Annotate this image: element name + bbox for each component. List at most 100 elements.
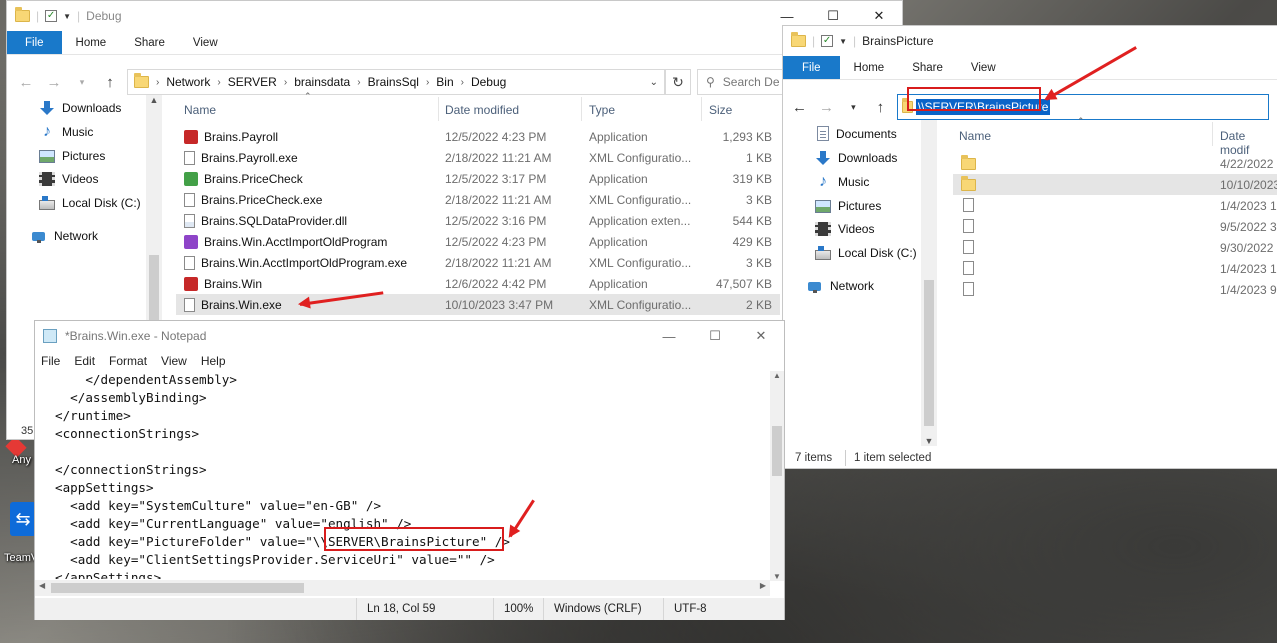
file-name: Brains.PriceCheck: [204, 171, 303, 186]
refresh-button[interactable]: ↻: [665, 69, 691, 95]
status-zoom: 100%: [493, 598, 543, 620]
tab-file[interactable]: File: [783, 56, 840, 79]
column-header-name[interactable]: Name: [959, 129, 991, 143]
file-date: 9/30/2022 5: [1220, 240, 1277, 255]
dropdown-icon[interactable]: ▼: [839, 37, 847, 46]
breadcrumb-brainsdata[interactable]: brainsdata: [294, 75, 350, 89]
nav-item-downloads[interactable]: Downloads: [39, 100, 121, 116]
checkbox-icon[interactable]: ✓: [821, 35, 834, 47]
file-row[interactable]: Brains.SQLDataProvider.dll 12/5/2022 3:16…: [176, 210, 780, 231]
file-date: 4/22/2022 1: [1220, 156, 1277, 171]
column-divider: [581, 97, 582, 121]
nav-item-network[interactable]: Network: [31, 228, 98, 244]
up-button[interactable]: ↑: [870, 99, 891, 116]
menu-edit[interactable]: Edit: [74, 354, 95, 368]
config-file-icon: [184, 297, 195, 312]
file-row[interactable]: 9/5/2022 3:: [953, 216, 1277, 237]
tab-view[interactable]: View: [179, 31, 232, 54]
checkbox-icon[interactable]: ✓: [45, 10, 58, 22]
file-row[interactable]: 9/30/2022 5: [953, 237, 1277, 258]
nav-item-pictures[interactable]: Pictures: [815, 198, 881, 213]
scrollbar-thumb[interactable]: [924, 280, 934, 426]
file-row[interactable]: Brains.PriceCheck.exe 2/18/2022 11:21 AM X…: [176, 189, 780, 210]
forward-button[interactable]: →: [43, 74, 65, 91]
file-row[interactable]: 4/22/2022 1: [953, 153, 1277, 174]
tab-home[interactable]: Home: [840, 56, 899, 79]
breadcrumb-network[interactable]: Network: [166, 75, 210, 89]
scrollbar-thumb[interactable]: [772, 426, 782, 476]
file-date: 2/18/2022 11:21 AM: [445, 255, 552, 270]
file-row[interactable]: Brains.Win.AcctImportOldProgram.exe 2/18/…: [176, 252, 780, 273]
forward-button[interactable]: →: [816, 99, 837, 116]
nav-item-documents[interactable]: Documents: [815, 126, 897, 141]
file-row[interactable]: Brains.Win.exe 10/10/2023 3:47 PM XML Conf…: [176, 294, 780, 315]
column-header-size[interactable]: Size: [709, 103, 732, 117]
file-row[interactable]: 1/4/2023 10: [953, 195, 1277, 216]
desktop-icon-label: Any: [12, 454, 31, 466]
nav-item-local-disk[interactable]: Local Disk (C:): [39, 196, 141, 210]
back-button[interactable]: ←: [789, 99, 810, 116]
nav-scrollbar[interactable]: ▼: [921, 120, 937, 446]
nav-item-videos[interactable]: Videos: [815, 222, 874, 236]
back-button[interactable]: ←: [15, 74, 37, 91]
tab-share[interactable]: Share: [120, 31, 179, 54]
breadcrumb-server[interactable]: SERVER: [228, 75, 277, 89]
scroll-down-arrow[interactable]: ▼: [770, 572, 784, 581]
file-row[interactable]: Brains.Win.AcctImportOldProgram 12/5/2022…: [176, 231, 780, 252]
file-row[interactable]: Brains.Win 12/6/2022 4:42 PM Application 47…: [176, 273, 780, 294]
recent-locations-button[interactable]: ▾: [71, 77, 93, 88]
tab-home[interactable]: Home: [62, 31, 121, 54]
close-button[interactable]: ✕: [738, 321, 784, 351]
nav-item-music[interactable]: ♪ Music: [815, 174, 869, 190]
dropdown-icon[interactable]: ▼: [63, 12, 71, 21]
nav-item-downloads[interactable]: Downloads: [815, 150, 897, 166]
desktop-icon-teamviewer[interactable]: ⇆ TeamV: [0, 500, 38, 570]
file-row[interactable]: Brains.Payroll.exe 2/18/2022 11:21 AM XML …: [176, 147, 780, 168]
scroll-up-arrow[interactable]: ▲: [770, 371, 784, 380]
editor-horizontal-scrollbar[interactable]: ◀ ▶: [35, 580, 770, 596]
scroll-left-arrow[interactable]: ◀: [39, 581, 45, 590]
file-row[interactable]: Brains.Payroll 12/5/2022 4:23 PM Applicati…: [176, 126, 780, 147]
nav-item-network[interactable]: Network: [807, 278, 874, 294]
chevron-down-icon[interactable]: ⌄: [650, 77, 658, 88]
menu-file[interactable]: File: [41, 354, 60, 368]
column-header-type[interactable]: Type: [589, 103, 615, 117]
editor-vertical-scrollbar[interactable]: ▲ ▼: [770, 371, 784, 581]
nav-label: Downloads: [838, 151, 898, 165]
scroll-up-arrow[interactable]: ▲: [146, 95, 162, 105]
up-button[interactable]: ↑: [99, 74, 121, 91]
tab-share[interactable]: Share: [898, 56, 957, 79]
file-row[interactable]: 1/4/2023 9:: [953, 279, 1277, 300]
recent-locations-button[interactable]: ▾: [843, 102, 864, 113]
column-header-name[interactable]: Name: [184, 103, 216, 117]
maximize-button[interactable]: ☐: [692, 321, 738, 351]
minimize-button[interactable]: —: [646, 321, 692, 351]
scroll-right-arrow[interactable]: ▶: [760, 581, 766, 590]
folder-icon: [961, 176, 976, 191]
column-header-date[interactable]: Date modified: [445, 103, 519, 117]
file-row[interactable]: 10/10/2023: [953, 174, 1277, 195]
folder-icon: [791, 32, 806, 47]
scrollbar-thumb[interactable]: [51, 583, 304, 593]
address-bar[interactable]: › Network › SERVER › brainsdata › Brains…: [127, 69, 665, 95]
nav-item-pictures[interactable]: Pictures: [39, 148, 105, 163]
videos-icon: [39, 172, 55, 186]
menu-format[interactable]: Format: [109, 354, 147, 368]
application-icon: [184, 276, 198, 291]
breadcrumb-brainssql[interactable]: BrainsSql: [368, 75, 419, 89]
breadcrumb-bin[interactable]: Bin: [436, 75, 453, 89]
file-row[interactable]: 1/4/2023 10: [953, 258, 1277, 279]
nav-item-local-disk[interactable]: Local Disk (C:): [815, 246, 917, 260]
nav-item-music[interactable]: ♪ Music: [39, 124, 93, 140]
tab-file[interactable]: File: [7, 31, 62, 54]
desktop-icon-anydesk[interactable]: Any: [0, 436, 36, 470]
text-line: </appSettings>: [55, 570, 162, 579]
nav-item-videos[interactable]: Videos: [39, 172, 98, 186]
menu-view[interactable]: View: [161, 354, 187, 368]
chevron-right-icon: ›: [156, 76, 160, 88]
breadcrumb-debug[interactable]: Debug: [471, 75, 506, 89]
scroll-down-arrow[interactable]: ▼: [921, 436, 937, 446]
menu-help[interactable]: Help: [201, 354, 226, 368]
tab-view[interactable]: View: [957, 56, 1010, 79]
file-row[interactable]: Brains.PriceCheck 12/5/2022 3:17 PM Applic…: [176, 168, 780, 189]
